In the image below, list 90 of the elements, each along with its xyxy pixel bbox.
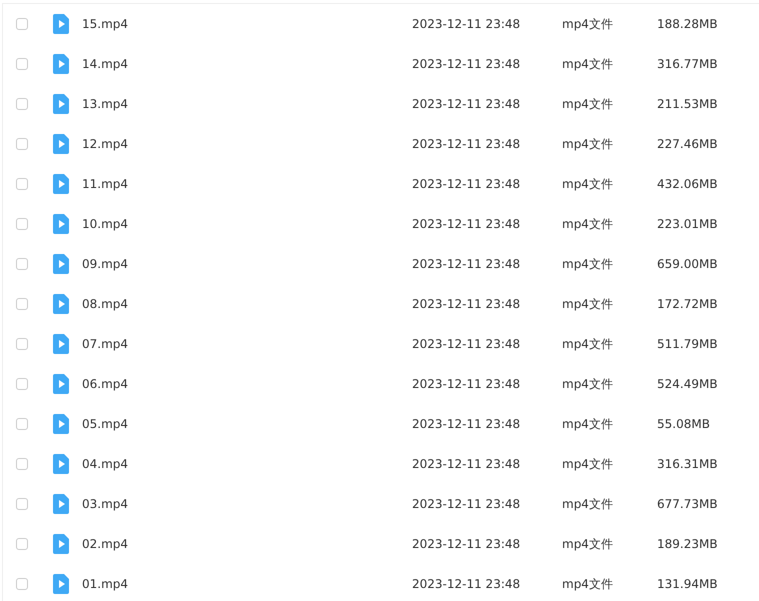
- modified-date: 2023-12-11 23:48: [412, 497, 522, 511]
- file-name[interactable]: 14.mp4: [82, 57, 412, 71]
- file-size: 316.77MB: [657, 57, 718, 71]
- video-file-icon: [53, 214, 69, 234]
- checkbox[interactable]: [16, 178, 28, 190]
- modified-date: 2023-12-11 23:48: [412, 457, 522, 471]
- video-file-icon: [53, 494, 69, 514]
- file-type: mp4文件: [562, 496, 614, 512]
- file-name[interactable]: 05.mp4: [82, 417, 412, 431]
- file-type: mp4文件: [562, 16, 614, 32]
- file-size: 188.28MB: [657, 17, 718, 31]
- video-file-icon: [53, 134, 69, 154]
- video-file-icon: [53, 574, 69, 594]
- video-file-icon: [53, 534, 69, 554]
- checkbox[interactable]: [16, 418, 28, 430]
- file-type: mp4文件: [562, 336, 614, 352]
- file-type: mp4文件: [562, 296, 614, 312]
- modified-date: 2023-12-11 23:48: [412, 417, 522, 431]
- file-type: mp4文件: [562, 536, 614, 552]
- file-name[interactable]: 03.mp4: [82, 497, 412, 511]
- modified-date: 2023-12-11 23:48: [412, 97, 522, 111]
- checkbox[interactable]: [16, 18, 28, 30]
- file-size: 189.23MB: [657, 537, 718, 551]
- video-file-icon: [53, 294, 69, 314]
- video-file-icon: [53, 14, 69, 34]
- checkbox[interactable]: [16, 578, 28, 590]
- file-size: 172.72MB: [657, 297, 718, 311]
- modified-date: 2023-12-11 23:48: [412, 177, 522, 191]
- file-size: 55.08MB: [657, 417, 710, 431]
- video-file-icon: [53, 254, 69, 274]
- checkbox[interactable]: [16, 458, 28, 470]
- file-size: 511.79MB: [657, 337, 718, 351]
- file-size: 316.31MB: [657, 457, 718, 471]
- file-name[interactable]: 07.mp4: [82, 337, 412, 351]
- file-name[interactable]: 15.mp4: [82, 17, 412, 31]
- file-type: mp4文件: [562, 576, 614, 592]
- checkbox[interactable]: [16, 378, 28, 390]
- file-size: 131.94MB: [657, 577, 718, 591]
- file-type: mp4文件: [562, 96, 614, 112]
- modified-date: 2023-12-11 23:48: [412, 577, 522, 591]
- video-file-icon: [53, 334, 69, 354]
- checkbox[interactable]: [16, 338, 28, 350]
- file-size: 659.00MB: [657, 257, 718, 271]
- video-file-icon: [53, 174, 69, 194]
- file-name[interactable]: 06.mp4: [82, 377, 412, 391]
- file-name[interactable]: 02.mp4: [82, 537, 412, 551]
- file-name[interactable]: 08.mp4: [82, 297, 412, 311]
- video-file-icon: [53, 54, 69, 74]
- checkbox[interactable]: [16, 538, 28, 550]
- file-name[interactable]: 11.mp4: [82, 177, 412, 191]
- video-file-icon: [53, 94, 69, 114]
- file-type: mp4文件: [562, 56, 614, 72]
- modified-date: 2023-12-11 23:48: [412, 337, 522, 351]
- file-size: 432.06MB: [657, 177, 718, 191]
- checkbox[interactable]: [16, 218, 28, 230]
- file-size: 211.53MB: [657, 97, 718, 111]
- checkbox[interactable]: [16, 138, 28, 150]
- modified-date: 2023-12-11 23:48: [412, 257, 522, 271]
- checkbox[interactable]: [16, 258, 28, 270]
- file-type: mp4文件: [562, 256, 614, 272]
- checkbox[interactable]: [16, 98, 28, 110]
- file-size: 677.73MB: [657, 497, 718, 511]
- checkbox[interactable]: [16, 298, 28, 310]
- modified-date: 2023-12-11 23:48: [412, 17, 522, 31]
- file-size: 227.46MB: [657, 137, 718, 151]
- file-name[interactable]: 04.mp4: [82, 457, 412, 471]
- video-file-icon: [53, 374, 69, 394]
- file-name[interactable]: 12.mp4: [82, 137, 412, 151]
- checkbox[interactable]: [16, 58, 28, 70]
- file-type: mp4文件: [562, 216, 614, 232]
- file-type: mp4文件: [562, 456, 614, 472]
- file-name[interactable]: 13.mp4: [82, 97, 412, 111]
- modified-date: 2023-12-11 23:48: [412, 297, 522, 311]
- file-type: mp4文件: [562, 416, 614, 432]
- file-name[interactable]: 10.mp4: [82, 217, 412, 231]
- modified-date: 2023-12-11 23:48: [412, 137, 522, 151]
- file-size: 223.01MB: [657, 217, 718, 231]
- video-file-icon: [53, 414, 69, 434]
- modified-date: 2023-12-11 23:48: [412, 57, 522, 71]
- file-name[interactable]: 09.mp4: [82, 257, 412, 271]
- modified-date: 2023-12-11 23:48: [412, 377, 522, 391]
- file-type: mp4文件: [562, 176, 614, 192]
- file-type: mp4文件: [562, 136, 614, 152]
- file-type: mp4文件: [562, 376, 614, 392]
- file-size: 524.49MB: [657, 377, 718, 391]
- checkbox[interactable]: [16, 498, 28, 510]
- modified-date: 2023-12-11 23:48: [412, 537, 522, 551]
- video-file-icon: [53, 454, 69, 474]
- file-name[interactable]: 01.mp4: [82, 577, 412, 591]
- modified-date: 2023-12-11 23:48: [412, 217, 522, 231]
